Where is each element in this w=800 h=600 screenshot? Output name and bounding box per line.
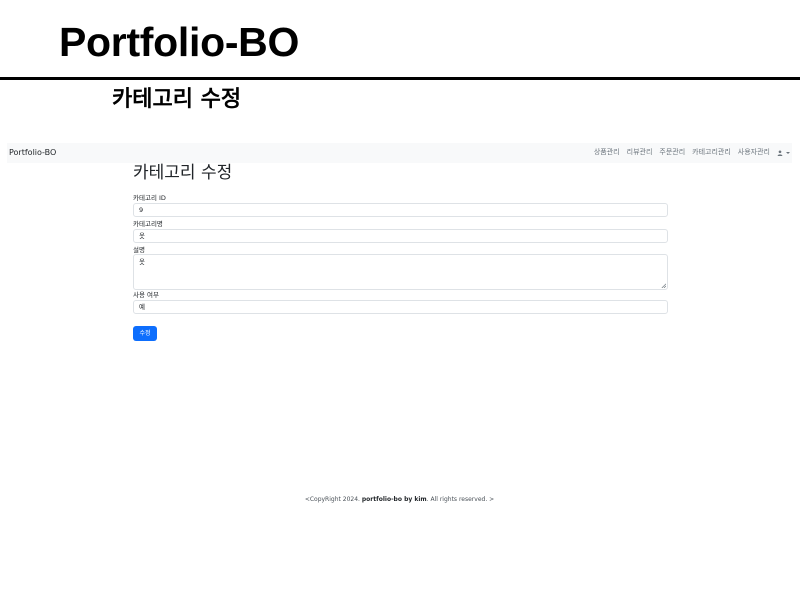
category-id-label: 카테고리 ID [133,194,166,202]
navbar-brand[interactable]: Portfolio-BO [9,147,56,158]
title-divider [0,77,800,80]
user-icon [777,149,783,156]
description-textarea[interactable]: 옷 [133,254,668,290]
nav-link-categories[interactable]: 카테고리관리 [692,147,731,158]
nav-link-products[interactable]: 상품관리 [594,147,620,158]
slide-title: Portfolio-BO [59,19,300,65]
chevron-down-icon [786,151,790,154]
navbar: Portfolio-BO 상품관리 리뷰관리 주문관리 카테고리관리 사용자관리 [7,143,792,163]
resize-grip-icon[interactable] [661,283,666,288]
nav-links: 상품관리 리뷰관리 주문관리 카테고리관리 사용자관리 [594,147,790,158]
footer: <CopyRight 2024. portfolio-bo by kim. Al… [7,496,792,504]
page-heading: 카테고리 수정 [133,163,233,183]
user-dropdown-toggle[interactable] [777,149,790,156]
nav-link-reviews[interactable]: 리뷰관리 [627,147,653,158]
category-name-label: 카테고리명 [133,220,163,228]
use-yn-input[interactable]: 예 [133,300,668,314]
footer-prefix: <CopyRight 2024. [304,496,362,503]
footer-brand: portfolio-bo by kim [361,496,427,503]
category-name-input[interactable]: 옷 [133,229,668,243]
nav-link-users[interactable]: 사용자관리 [738,147,770,158]
submit-button[interactable]: 수정 [133,326,157,341]
footer-suffix: . All rights reserved. > [426,496,495,503]
use-yn-label: 사용 여부 [133,291,159,299]
category-id-input[interactable]: 9 [133,203,668,217]
nav-link-orders[interactable]: 주문관리 [659,147,685,158]
slide-subtitle: 카테고리 수정 [112,87,242,112]
app-screenshot: Portfolio-BO 상품관리 리뷰관리 주문관리 카테고리관리 사용자관리… [7,143,792,513]
description-label: 설명 [133,246,145,254]
description-value: 옷 [139,258,145,266]
